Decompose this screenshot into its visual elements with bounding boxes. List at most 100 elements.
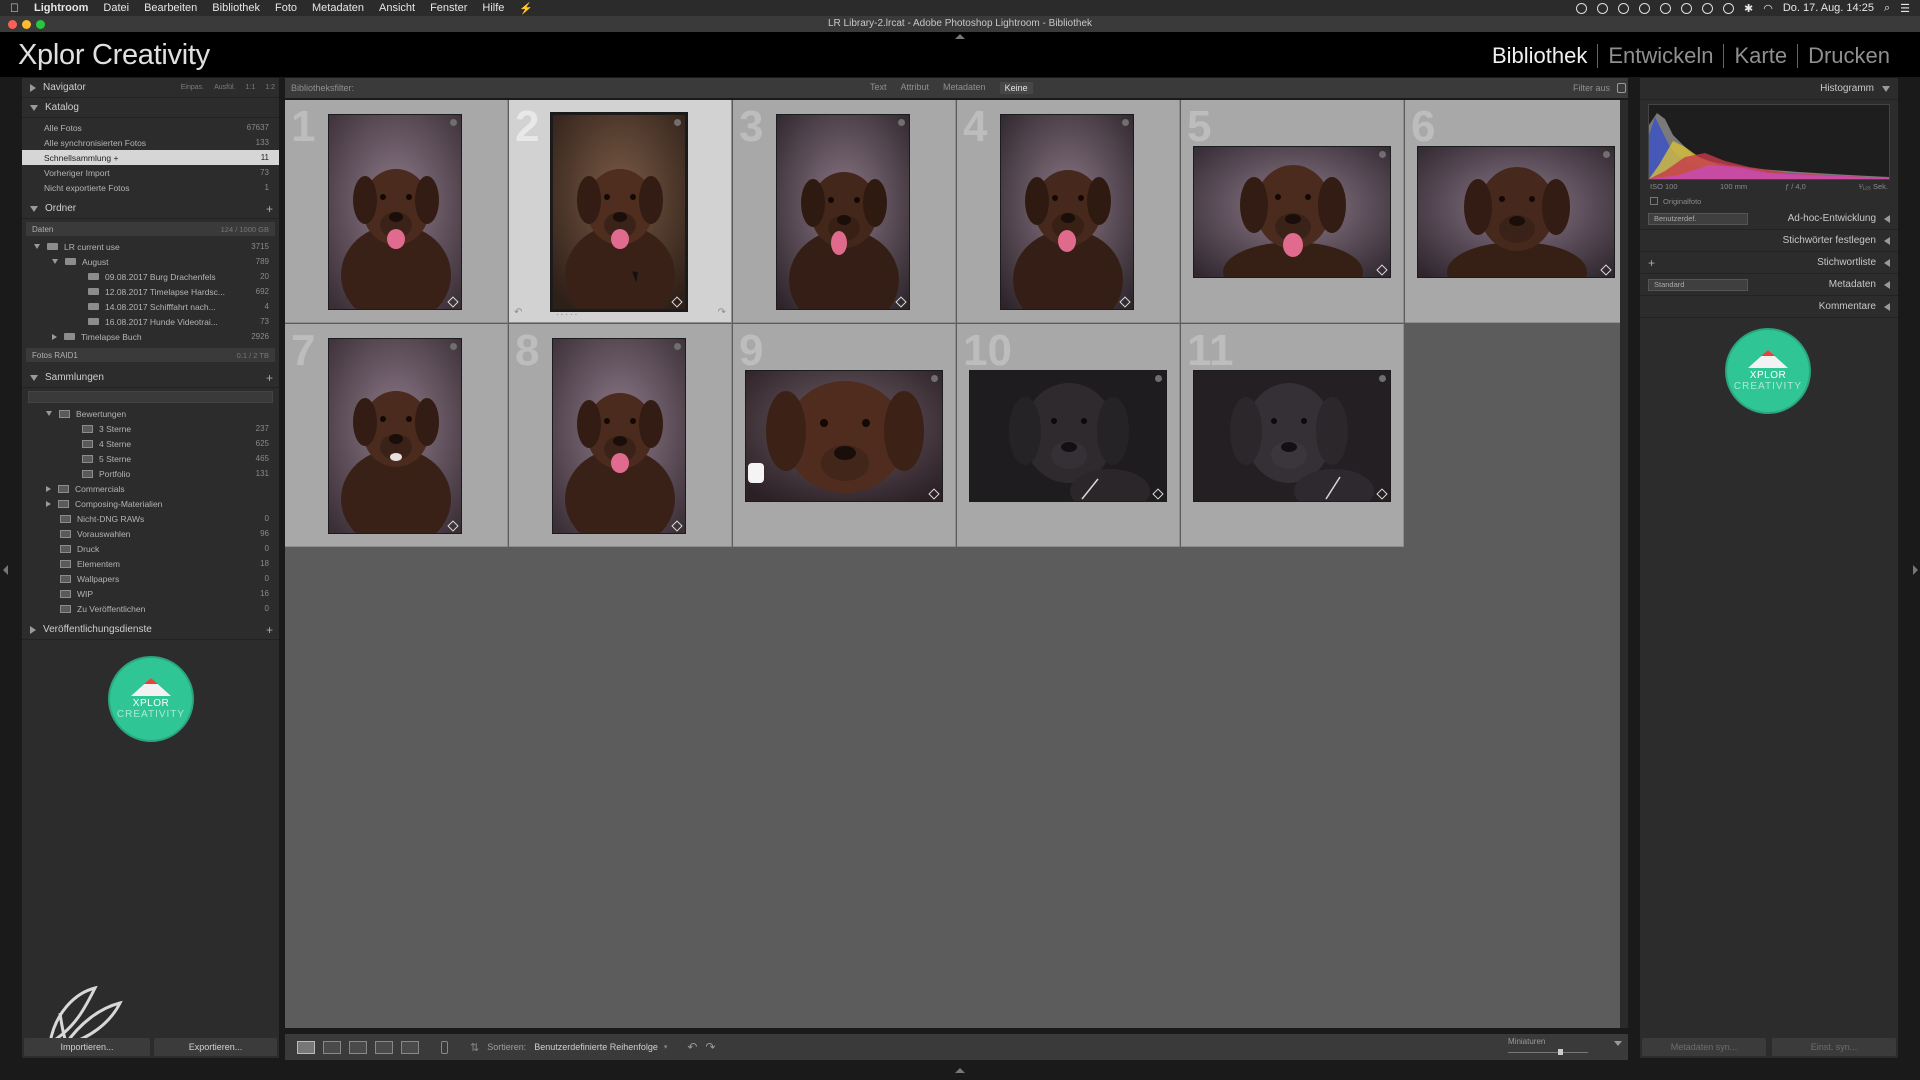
catalog-item-synced-photos[interactable]: Alle synchronisierten Fotos 133	[22, 135, 279, 150]
quick-develop-header[interactable]: Benutzerdef. Ad-hoc-Entwicklung	[1640, 208, 1898, 230]
keywording-header[interactable]: Stichwörter festlegen	[1640, 230, 1898, 252]
status-sync-icon[interactable]	[1659, 2, 1671, 14]
status-dropbox-icon[interactable]	[1617, 2, 1629, 14]
folders-header[interactable]: Ordner +	[22, 199, 279, 219]
keyword-list-header[interactable]: + Stichwortliste	[1640, 252, 1898, 274]
toolbar-options-chevron-icon[interactable]	[1614, 1041, 1622, 1046]
folder-timelapse-hardsc[interactable]: 12.08.2017 Timelapse Hardsc... 692	[22, 284, 279, 299]
collections-search-field[interactable]	[28, 391, 273, 403]
minimize-window-icon[interactable]	[22, 20, 31, 29]
status-timemachine-icon[interactable]	[1680, 2, 1692, 14]
painter-icon[interactable]	[441, 1040, 448, 1054]
status-history-icon[interactable]	[1722, 2, 1734, 14]
folder-lr-current-use[interactable]: LR current use 3715	[22, 239, 279, 254]
sort-order-select[interactable]: Benutzerdefinierte Reihenfolge	[534, 1042, 658, 1052]
flag-badge-icon[interactable]	[1155, 375, 1162, 382]
grid-cell[interactable]: 6	[1405, 100, 1628, 323]
dropdown-chevron-icon[interactable]: ▾	[664, 1043, 668, 1051]
expand-icon[interactable]	[46, 500, 51, 507]
module-karte[interactable]: Karte	[1723, 44, 1797, 68]
menu-fenster[interactable]: Fenster	[430, 2, 467, 14]
catalog-item-quick-collection[interactable]: Schnellsammlung + 11	[22, 150, 279, 165]
collapse-icon[interactable]	[34, 244, 40, 249]
top-panel-toggle-icon[interactable]	[955, 34, 965, 39]
volume-fotos-raid1[interactable]: Fotos RAID1 0.1 / 2 TB	[26, 348, 275, 362]
photo-thumbnail-selected[interactable]	[550, 112, 688, 312]
photo-thumbnail[interactable]	[328, 114, 462, 310]
grid-cell[interactable]: 11	[1181, 324, 1404, 547]
collection-vorauswahlen[interactable]: Vorauswahlen 96	[22, 526, 279, 541]
filter-tab-metadata[interactable]: Metadaten	[943, 82, 986, 94]
flag-badge-icon[interactable]	[450, 119, 457, 126]
collection-wip[interactable]: WIP 16	[22, 586, 279, 601]
grid-cell-selected[interactable]: 2 ↶ ↷ ·····	[509, 100, 732, 323]
menu-bearbeiten[interactable]: Bearbeiten	[144, 2, 197, 14]
zoom-fill[interactable]: Ausfül.	[214, 84, 235, 91]
clock[interactable]: Do. 17. Aug. 14:25	[1783, 2, 1874, 14]
collection-elementem[interactable]: Elementem 18	[22, 556, 279, 571]
status-info-icon[interactable]	[1701, 2, 1713, 14]
comments-header[interactable]: Kommentare	[1640, 296, 1898, 318]
grid-view-icon[interactable]	[297, 1040, 315, 1054]
zoom-window-icon[interactable]	[36, 20, 45, 29]
grid-cell[interactable]: 8	[509, 324, 732, 547]
photo-thumbnail[interactable]	[1193, 370, 1391, 502]
thumbnail-size-slider[interactable]	[1508, 1048, 1588, 1056]
collection-portfolio[interactable]: Portfolio 131	[22, 466, 279, 481]
collection-wallpapers[interactable]: Wallpapers 0	[22, 571, 279, 586]
spotlight-search-icon[interactable]: ⌕	[1884, 2, 1890, 15]
rotate-left-toolbar-icon[interactable]: ↶	[687, 1040, 697, 1054]
add-collection-icon[interactable]: +	[266, 371, 273, 385]
catalog-item-all-photos[interactable]: Alle Fotos 67637	[22, 120, 279, 135]
collection-3-sterne[interactable]: 3 Sterne 237	[22, 421, 279, 436]
menu-foto[interactable]: Foto	[275, 2, 297, 14]
folder-burg-drachenfels[interactable]: 09.08.2017 Burg Drachenfels 20	[22, 269, 279, 284]
original-photo-checkbox[interactable]	[1650, 197, 1658, 205]
photo-thumbnail[interactable]	[776, 114, 910, 310]
flag-badge-icon[interactable]	[1603, 151, 1610, 158]
collection-zu-veroeffentlichen[interactable]: Zu Veröffentlichen 0	[22, 601, 279, 616]
collection-set-bewertungen[interactable]: Bewertungen	[22, 406, 279, 421]
loupe-view-icon[interactable]	[323, 1040, 341, 1054]
status-user-icon[interactable]	[1638, 2, 1650, 14]
folder-hunde-videotraining[interactable]: 16.08.2017 Hunde Videotrai... 73	[22, 314, 279, 329]
photo-thumbnail[interactable]	[328, 338, 462, 534]
grid-cell[interactable]: 7	[285, 324, 508, 547]
flag-badge-icon[interactable]	[931, 375, 938, 382]
filter-tab-attribute[interactable]: Attribut	[901, 82, 930, 94]
lock-icon[interactable]	[1617, 83, 1626, 93]
module-drucken[interactable]: Drucken	[1797, 44, 1900, 68]
filter-tab-text[interactable]: Text	[870, 82, 887, 94]
bluetooth-icon[interactable]: ✱	[1744, 2, 1753, 15]
photo-thumbnail[interactable]	[969, 370, 1167, 502]
histogram-header[interactable]: Histogramm	[1640, 78, 1898, 100]
navigator-header[interactable]: Navigator Einpas. Ausfül. 1:1 1:2	[22, 78, 279, 98]
metadata-header[interactable]: Standard Metadaten	[1640, 274, 1898, 296]
apple-menu-icon[interactable]: 	[10, 1, 19, 15]
menu-app-name[interactable]: Lightroom	[34, 2, 88, 14]
bolt-icon[interactable]: ⚡	[519, 2, 533, 15]
add-publish-service-icon[interactable]: +	[266, 623, 273, 637]
zoom-fit[interactable]: Einpas.	[181, 84, 204, 91]
volume-daten[interactable]: Daten 124 / 1000 GB	[26, 222, 275, 236]
menu-ansicht[interactable]: Ansicht	[379, 2, 415, 14]
grid-cell[interactable]: 5	[1181, 100, 1404, 323]
collapse-icon[interactable]	[46, 411, 52, 416]
grid-cell[interactable]: 3	[733, 100, 956, 323]
flag-badge-icon[interactable]	[674, 119, 681, 126]
export-button[interactable]: Exportieren...	[154, 1038, 277, 1056]
histogram[interactable]	[1648, 104, 1890, 180]
add-folder-icon[interactable]: +	[266, 202, 273, 216]
rotate-right-toolbar-icon[interactable]: ↷	[705, 1040, 715, 1054]
collapse-icon[interactable]	[52, 259, 58, 264]
survey-view-icon[interactable]	[375, 1040, 393, 1054]
import-button[interactable]: Importieren...	[24, 1038, 150, 1056]
photo-thumbnail[interactable]	[1193, 146, 1391, 278]
photo-thumbnail[interactable]	[1000, 114, 1134, 310]
left-panel-toggle-icon[interactable]	[3, 565, 8, 575]
zoom-1-1[interactable]: 1:1	[246, 84, 256, 91]
module-bibliothek[interactable]: Bibliothek	[1482, 44, 1597, 68]
flag-badge-icon[interactable]	[1122, 119, 1129, 126]
slider-thumb[interactable]	[1557, 1049, 1563, 1055]
add-keyword-icon[interactable]: +	[1648, 256, 1655, 270]
